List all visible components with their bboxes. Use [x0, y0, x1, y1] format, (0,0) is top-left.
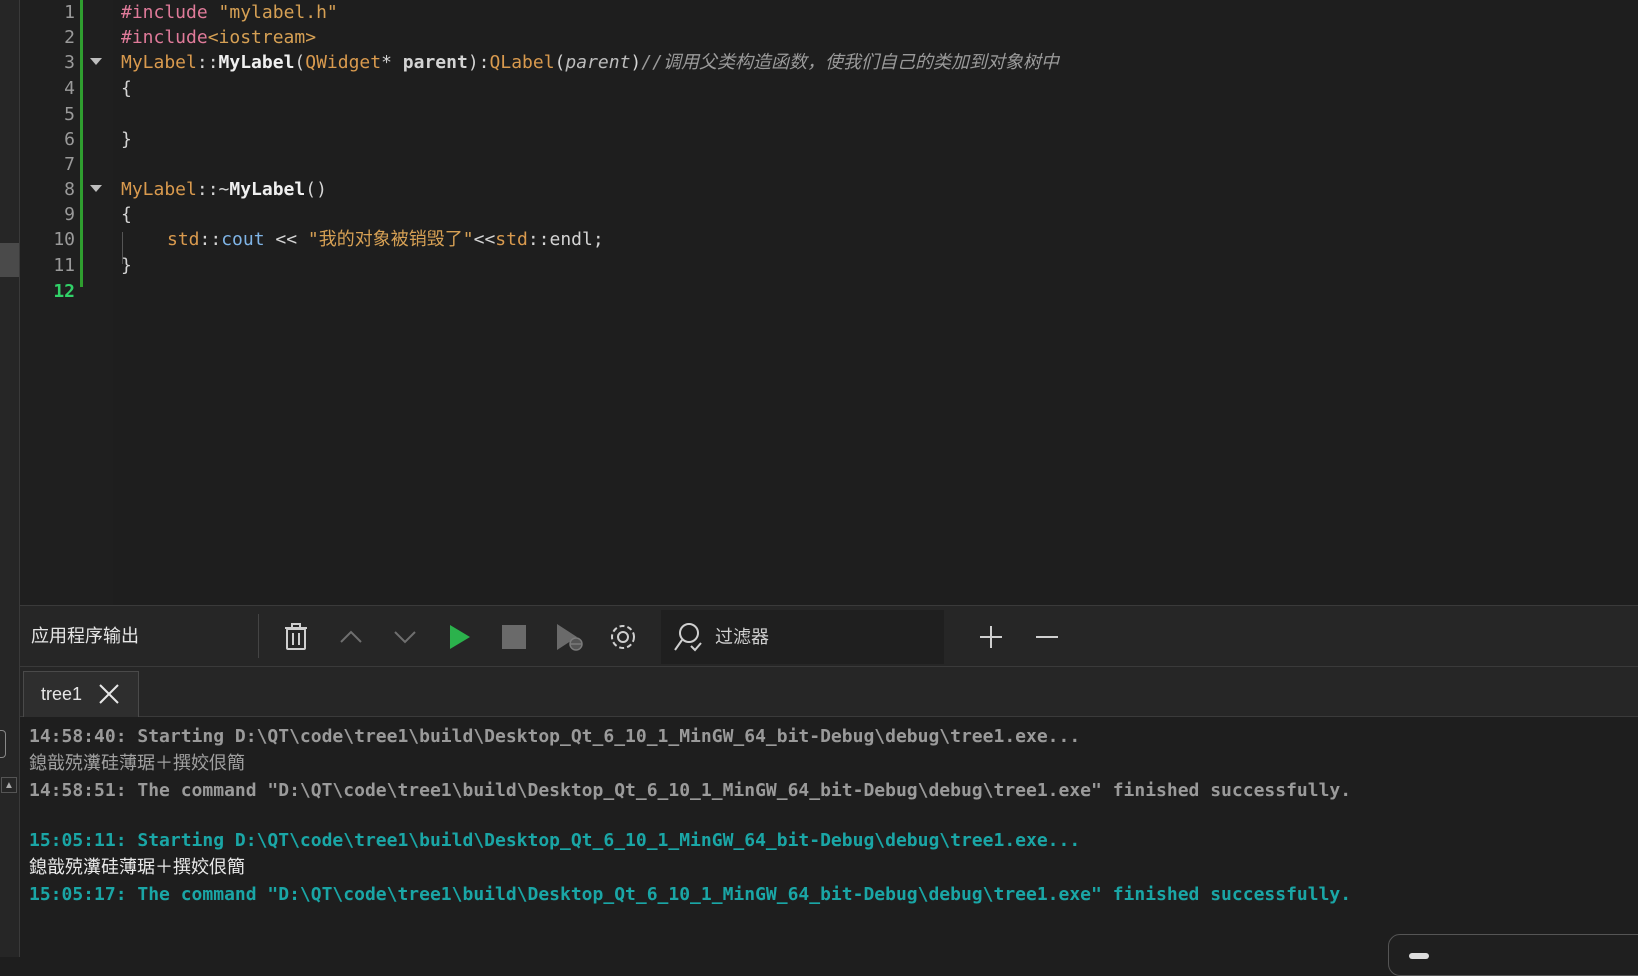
- line-number: 7: [64, 154, 75, 175]
- log-line: 14:58:40: Starting D:\QT\code\tree1\buil…: [29, 726, 1081, 747]
- code-line-9: {: [121, 204, 132, 225]
- line-number: 10: [53, 229, 75, 250]
- member: endl;: [549, 229, 604, 250]
- panel-title: 应用程序输出: [31, 626, 139, 646]
- search-icon: [674, 623, 702, 652]
- zoom-in-button[interactable]: [968, 614, 1014, 660]
- preprocessor: #include: [121, 27, 208, 48]
- class-name: MyLabel: [121, 179, 197, 200]
- function-name: MyLabel: [218, 52, 295, 73]
- clear-output-button[interactable]: [273, 614, 319, 660]
- scope-op: ::~: [196, 179, 230, 200]
- code-editor[interactable]: [113, 0, 1638, 605]
- scope-op: ::: [196, 52, 219, 73]
- scroll-down-button[interactable]: [382, 614, 428, 660]
- include-path: "mylabel.h": [218, 2, 338, 23]
- tab-tree1[interactable]: tree1: [23, 671, 139, 717]
- line-number: 9: [64, 204, 75, 225]
- debug-run-icon: [557, 624, 583, 651]
- line-number: 8: [64, 179, 75, 200]
- namespace: std: [495, 229, 528, 250]
- chevron-down-icon: [394, 631, 416, 644]
- fold-toggle-icon[interactable]: [90, 58, 102, 65]
- line-number: 3: [64, 52, 75, 73]
- code-line-8: MyLabel::~MyLabel(): [121, 177, 327, 203]
- toolbar-separator: [258, 614, 259, 658]
- log-line: 鎴戠殑瀵硅薄琚＋撰姣佷簡: [29, 753, 245, 774]
- run-button[interactable]: [437, 614, 483, 660]
- notification-popup[interactable]: [1388, 934, 1638, 976]
- line-number: 5: [64, 104, 75, 125]
- line-number: 2: [64, 27, 75, 48]
- filter-input[interactable]: 过滤器: [661, 610, 944, 664]
- stop-button[interactable]: [491, 614, 537, 660]
- scroll-up-button[interactable]: [328, 614, 374, 660]
- line-number: 1: [64, 2, 75, 23]
- output-log[interactable]: 14:58:40: Starting D:\QT\code\tree1\buil…: [20, 717, 1638, 957]
- minus-icon: [1036, 636, 1058, 638]
- pointer-star: *: [381, 52, 392, 73]
- base-arg: parent: [565, 52, 631, 73]
- code-line-2: #include<iostream>: [121, 25, 316, 51]
- log-line: 14:58:51: The command "D:\QT\code\tree1\…: [29, 780, 1352, 801]
- namespace: std: [167, 229, 200, 250]
- tab-label: tree1: [41, 684, 83, 704]
- preprocessor: #include: [121, 2, 208, 23]
- scroll-marker: [0, 243, 19, 277]
- line-number: 4: [64, 78, 75, 99]
- popup-indicator: [1409, 953, 1429, 959]
- log-line: 15:05:17: The command "D:\QT\code\tree1\…: [29, 884, 1352, 905]
- left-mode-strip: ▲: [0, 0, 20, 957]
- scope-op: ::: [527, 229, 550, 250]
- code-line-10: std::cout << "我的对象被销毁了"<<std::endl;: [167, 227, 604, 253]
- base-class: QLabel: [489, 52, 555, 73]
- output-tab-bar: tree1: [20, 667, 1638, 717]
- code-line-3: MyLabel::MyLabel(QWidget* parent):QLabel…: [121, 50, 1059, 76]
- log-line: 15:05:11: Starting D:\QT\code\tree1\buil…: [29, 830, 1081, 851]
- side-handle[interactable]: [0, 730, 6, 758]
- paren: (): [305, 179, 327, 200]
- include-path: <iostream>: [207, 27, 317, 48]
- gear-icon: [611, 625, 635, 649]
- close-icon[interactable]: [98, 683, 120, 705]
- change-marker-bar: [80, 0, 83, 287]
- param-name: parent: [402, 52, 468, 73]
- scope-op: ::: [199, 229, 222, 250]
- class-name: MyLabel: [121, 52, 197, 73]
- line-number: 11: [53, 255, 75, 276]
- paren: (: [554, 52, 566, 73]
- log-line: 鎴戠殑瀵硅薄琚＋撰姣佷簡: [29, 857, 245, 878]
- fold-toggle-icon[interactable]: [90, 185, 102, 192]
- code-line-4: {: [121, 78, 132, 99]
- code-line-1: #include "mylabel.h": [121, 0, 338, 26]
- string-literal: "我的对象被销毁了": [307, 229, 474, 250]
- plus-icon: [980, 626, 1002, 648]
- trash-icon: [285, 623, 307, 650]
- paren: ):: [467, 52, 490, 73]
- code-line-6: }: [121, 129, 132, 150]
- line-number: 6: [64, 129, 75, 150]
- settings-button[interactable]: [600, 614, 646, 660]
- member: cout: [221, 229, 265, 250]
- code-line-11: }: [121, 255, 132, 276]
- paren: (: [294, 52, 306, 73]
- output-toolbar: 应用程序输出 过滤器: [20, 605, 1638, 667]
- current-line-number: 12: [53, 281, 75, 302]
- debug-run-button[interactable]: [546, 614, 592, 660]
- operator: <<: [264, 229, 308, 250]
- paren: ): [630, 52, 642, 73]
- stop-icon: [502, 625, 526, 649]
- filter-placeholder: 过滤器: [715, 627, 769, 647]
- chevron-up-icon: [340, 630, 362, 643]
- scroll-up-arrow[interactable]: ▲: [1, 777, 17, 793]
- param-type: QWidget: [305, 52, 382, 73]
- operator: <<: [473, 229, 496, 250]
- zoom-out-button[interactable]: [1024, 614, 1070, 660]
- run-icon: [450, 625, 470, 649]
- code-comment: //调用父类构造函数，使我们自己的类加到对象树中: [641, 52, 1059, 73]
- function-name: MyLabel: [229, 179, 306, 200]
